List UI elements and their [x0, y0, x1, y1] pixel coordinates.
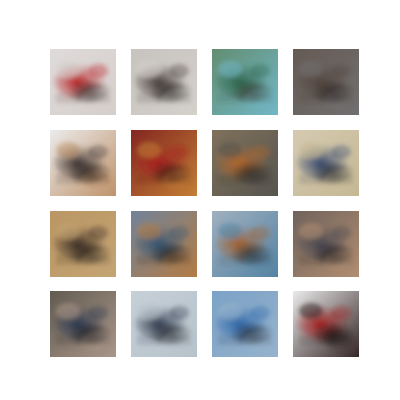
sample-image-grid: [50, 49, 360, 357]
sample-tile-r1-c2: [131, 49, 197, 115]
generated-sample-image: [212, 130, 278, 196]
generated-sample-image: [293, 49, 359, 115]
generated-sample-image: [131, 211, 197, 277]
sample-tile-r1-c4: [293, 49, 359, 115]
sample-tile-r3-c4: [293, 211, 359, 277]
generated-sample-image: [50, 130, 116, 196]
sample-tile-r2-c3: [212, 130, 278, 196]
sample-tile-r3-c3: [212, 211, 278, 277]
sample-tile-r4-c1: [50, 291, 116, 357]
generated-sample-image: [50, 49, 116, 115]
sample-tile-r2-c4: [293, 130, 359, 196]
generated-sample-image: [212, 291, 278, 357]
sample-tile-r4-c2: [131, 291, 197, 357]
generated-sample-image: [293, 130, 359, 196]
generated-sample-image: [131, 49, 197, 115]
generated-sample-image: [212, 49, 278, 115]
sample-tile-r2-c1: [50, 130, 116, 196]
sample-tile-r3-c1: [50, 211, 116, 277]
sample-tile-r1-c3: [212, 49, 278, 115]
sample-tile-r2-c2: [131, 130, 197, 196]
generated-sample-image: [131, 291, 197, 357]
generated-sample-image: [212, 211, 278, 277]
sample-tile-r4-c4: [293, 291, 359, 357]
generated-sample-image: [50, 211, 116, 277]
sample-tile-r3-c2: [131, 211, 197, 277]
sample-tile-r1-c1: [50, 49, 116, 115]
generated-sample-image: [50, 291, 116, 357]
generated-sample-image: [293, 291, 359, 357]
sample-tile-r4-c3: [212, 291, 278, 357]
generated-sample-image: [293, 211, 359, 277]
generated-sample-image: [131, 130, 197, 196]
